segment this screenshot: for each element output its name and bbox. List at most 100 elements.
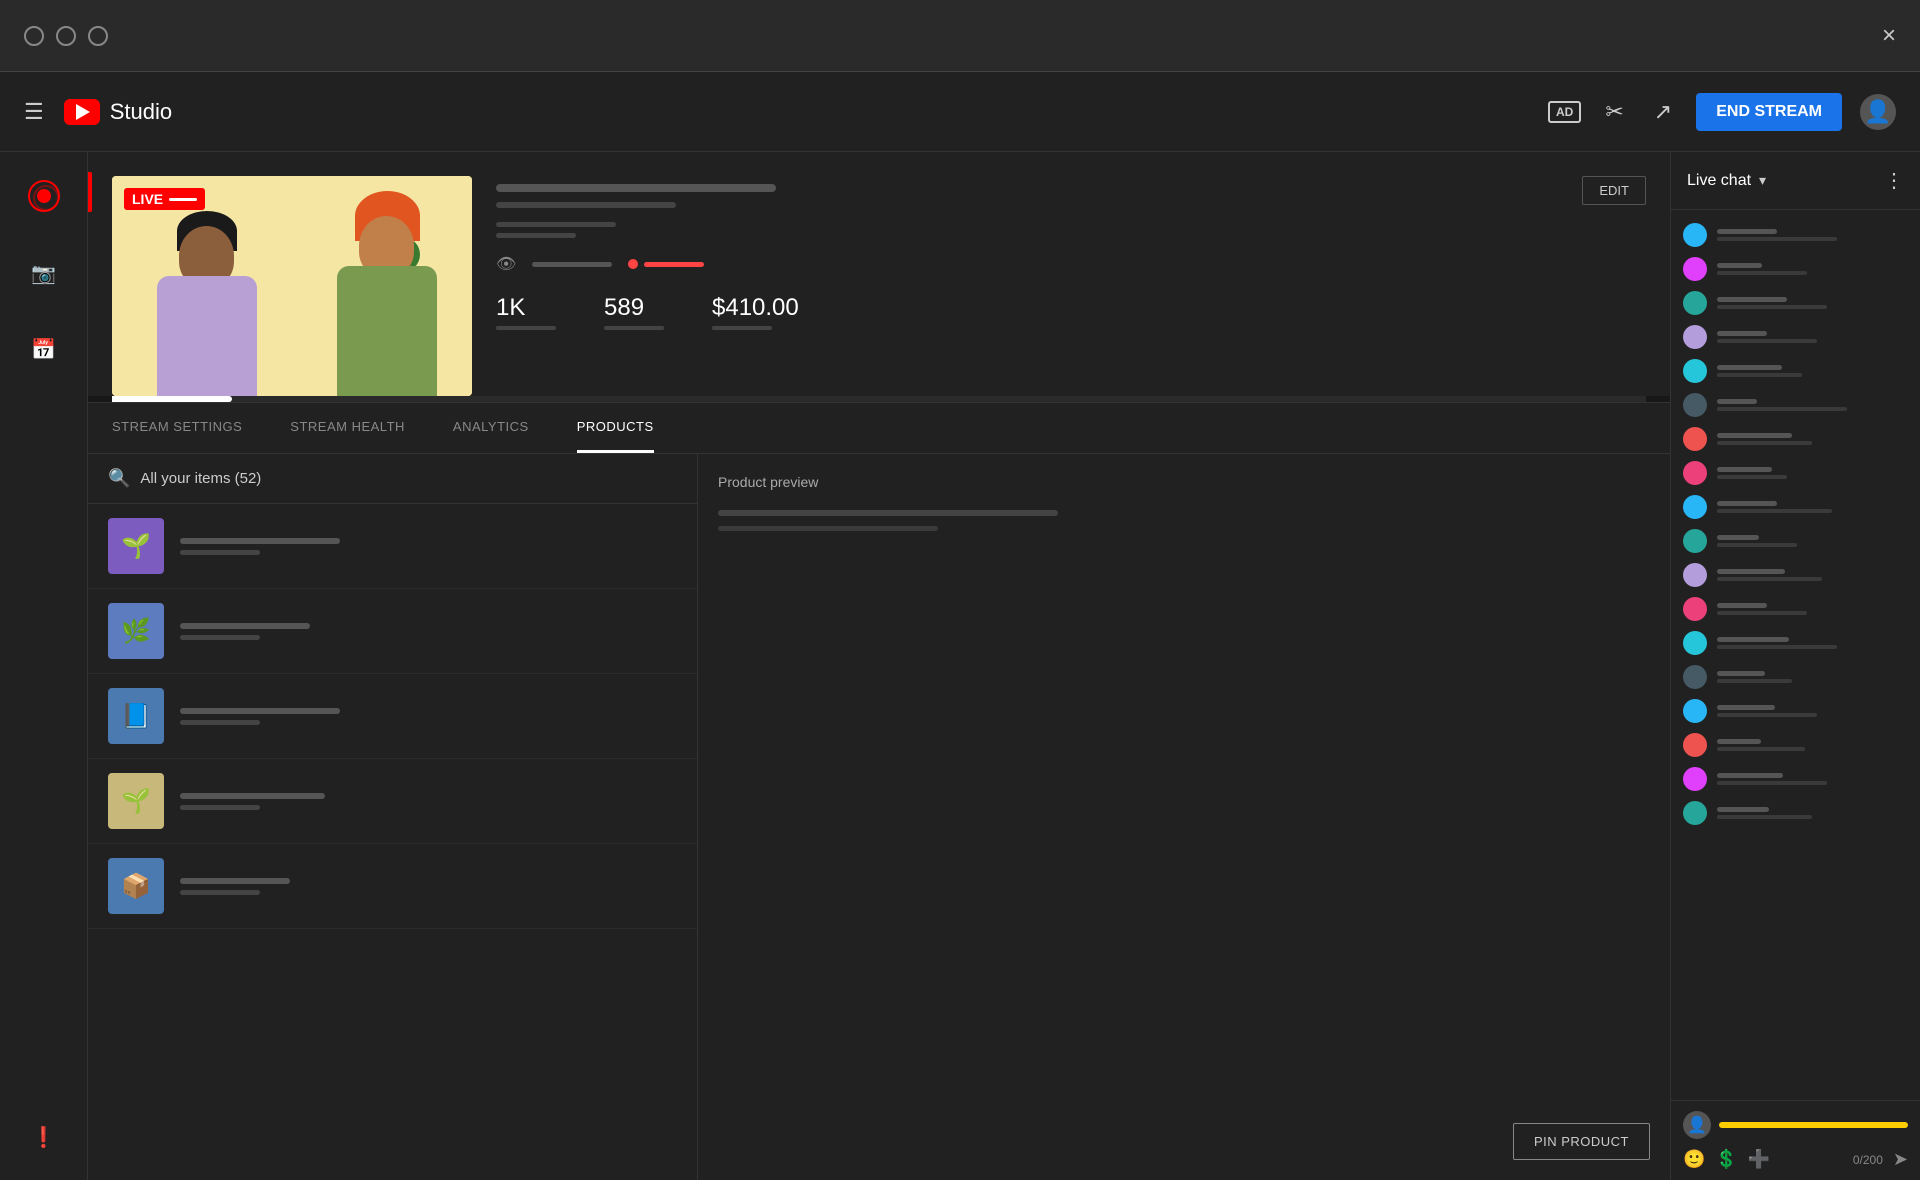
avatar xyxy=(1683,257,1707,281)
menu-icon[interactable]: ☰ xyxy=(24,99,44,125)
more-options-icon[interactable]: ⋮ xyxy=(1884,168,1904,193)
chat-message xyxy=(1671,388,1920,422)
search-text: All your items (52) xyxy=(140,470,261,487)
username-bar xyxy=(1717,297,1787,302)
list-item[interactable]: 🌱 xyxy=(88,759,697,844)
message-text-bar xyxy=(1717,407,1847,411)
product-thumb: 📦 xyxy=(108,858,164,914)
product-sub-bar xyxy=(180,635,260,640)
eye-icon: 👁 xyxy=(496,254,516,274)
search-bar[interactable]: 🔍 All your items (52) xyxy=(88,454,697,504)
stream-info: EDIT 👁 1K xyxy=(472,176,1646,396)
tab-products[interactable]: PRODUCTS xyxy=(577,403,654,453)
edit-button[interactable]: EDIT xyxy=(1582,176,1646,205)
username-bar xyxy=(1717,535,1759,540)
video-thumbnail: LIVE xyxy=(112,176,472,396)
chat-message xyxy=(1671,796,1920,830)
avatar xyxy=(1683,597,1707,621)
viewers-value: 1K xyxy=(496,294,525,322)
avatar xyxy=(1683,427,1707,451)
calendar-icon: 📅 xyxy=(29,334,59,364)
username-bar xyxy=(1717,671,1765,676)
product-title-bar xyxy=(180,623,310,629)
live-chat-title[interactable]: Live chat ▾ xyxy=(1687,172,1766,190)
sidebar-item-camera[interactable]: 📷 xyxy=(21,250,67,296)
revenue-bar xyxy=(712,326,772,330)
window-close-btn[interactable] xyxy=(88,26,108,46)
message-text-bar xyxy=(1717,509,1832,513)
message-text-bar xyxy=(1717,305,1827,309)
message-content xyxy=(1717,365,1802,377)
stat-likes: 589 xyxy=(604,294,664,330)
sidebar: 📷 📅 ❗ xyxy=(0,152,88,1180)
search-icon: 🔍 xyxy=(108,468,130,489)
message-text-bar xyxy=(1717,543,1797,547)
product-title-bar xyxy=(180,538,340,544)
username-bar xyxy=(1717,467,1772,472)
status-bar xyxy=(532,262,612,267)
window-close-icon[interactable]: × xyxy=(1882,22,1896,50)
stat-viewers: 1K xyxy=(496,294,556,330)
dollar-icon[interactable]: 💲 xyxy=(1715,1149,1737,1170)
feedback-icon: ❗ xyxy=(29,1122,59,1152)
chat-message xyxy=(1671,558,1920,592)
avatar xyxy=(1683,461,1707,485)
chat-message xyxy=(1671,524,1920,558)
product-title-bar xyxy=(180,708,340,714)
message-text-bar xyxy=(1717,815,1812,819)
chat-input-box[interactable] xyxy=(1719,1122,1908,1128)
stream-preview: LIVE xyxy=(88,152,1670,396)
product-sub-bar xyxy=(180,720,260,725)
preview-bar-medium xyxy=(718,526,938,531)
emoji-icon[interactable]: 🙂 xyxy=(1683,1149,1705,1170)
product-info xyxy=(180,793,325,810)
chat-sidebar: Live chat ▾ ⋮ xyxy=(1670,152,1920,1180)
add-icon[interactable]: ➕ xyxy=(1748,1149,1770,1170)
end-stream-button[interactable]: END STREAM xyxy=(1696,93,1842,131)
window-buttons xyxy=(24,26,108,46)
message-text-bar xyxy=(1717,577,1822,581)
avatar xyxy=(1683,665,1707,689)
products-panel: 🔍 All your items (52) 🌱 🌿 xyxy=(88,454,698,1180)
product-thumb: 🌱 xyxy=(108,518,164,574)
window-minimize-btn[interactable] xyxy=(24,26,44,46)
sidebar-item-feedback[interactable]: ❗ xyxy=(21,1114,67,1160)
tab-stream-health[interactable]: STREAM HEALTH xyxy=(290,403,405,453)
scissors-icon[interactable]: ✂ xyxy=(1599,93,1629,131)
message-text-bar xyxy=(1717,271,1807,275)
list-item[interactable]: 🌿 xyxy=(88,589,697,674)
tab-analytics[interactable]: ANALYTICS xyxy=(453,403,529,453)
list-item[interactable]: 🌱 xyxy=(88,504,697,589)
message-content xyxy=(1717,705,1817,717)
sidebar-item-live[interactable] xyxy=(20,172,68,220)
chat-message xyxy=(1671,422,1920,456)
window-maximize-btn[interactable] xyxy=(56,26,76,46)
pin-product-button[interactable]: PIN PRODUCT xyxy=(1513,1123,1650,1160)
list-item[interactable]: 📘 xyxy=(88,674,697,759)
topbar: ☰ Studio AD ✂ ↗ END STREAM 👤 xyxy=(0,72,1920,152)
chat-header: Live chat ▾ ⋮ xyxy=(1671,152,1920,210)
avatar xyxy=(1683,529,1707,553)
share-icon[interactable]: ↗ xyxy=(1648,93,1678,131)
user-avatar[interactable]: 👤 xyxy=(1860,94,1896,130)
live-dot-small xyxy=(628,259,638,269)
username-bar xyxy=(1717,229,1777,234)
message-text-bar xyxy=(1717,237,1837,241)
sidebar-item-calendar[interactable]: 📅 xyxy=(21,326,67,372)
message-text-bar xyxy=(1717,781,1827,785)
product-title-bar xyxy=(180,793,325,799)
youtube-play-icon xyxy=(76,104,90,120)
chat-message xyxy=(1671,660,1920,694)
window-chrome: × xyxy=(0,0,1920,72)
tab-stream-settings[interactable]: STREAM SETTINGS xyxy=(112,403,242,453)
chat-message xyxy=(1671,286,1920,320)
message-content xyxy=(1717,637,1837,649)
send-icon[interactable]: ➤ xyxy=(1893,1149,1908,1170)
avatar xyxy=(1683,325,1707,349)
product-preview-panel: Product preview PIN PRODUCT xyxy=(698,454,1670,1180)
ad-badge: AD xyxy=(1548,101,1581,123)
product-info xyxy=(180,538,340,555)
message-content xyxy=(1717,263,1807,275)
avatar xyxy=(1683,291,1707,315)
list-item[interactable]: 📦 xyxy=(88,844,697,929)
